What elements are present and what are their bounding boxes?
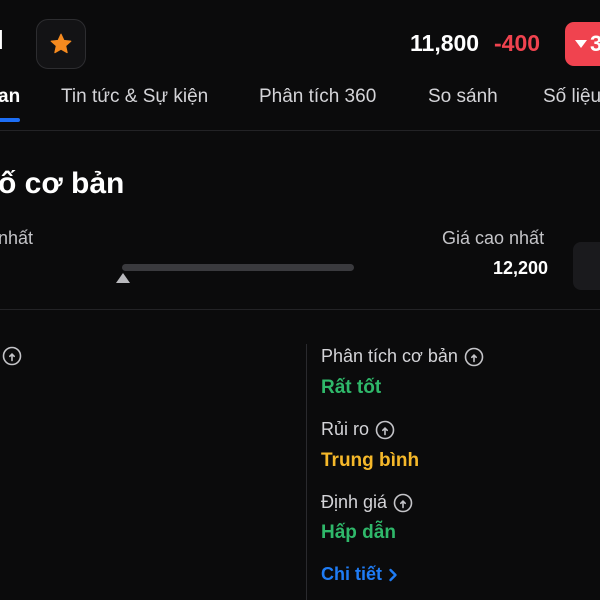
caret-down-icon bbox=[575, 40, 587, 48]
price-range-track bbox=[122, 264, 354, 271]
info-icon[interactable] bbox=[393, 493, 413, 513]
price-change: -400 bbox=[494, 30, 541, 56]
metric-label-text: Rủi ro bbox=[321, 419, 370, 439]
metric-risk-label: Rủi ro bbox=[321, 419, 395, 440]
high-price-label: Giá cao nhất bbox=[442, 228, 545, 248]
metric-label-text: Phân tích cơ bản bbox=[321, 346, 458, 366]
price-range-marker bbox=[116, 273, 130, 283]
current-price: 11,800 bbox=[410, 30, 480, 56]
tabs-divider bbox=[0, 130, 600, 131]
stock-ticker: I bbox=[0, 24, 4, 56]
tab-financials[interactable]: Số liệu bbox=[543, 86, 600, 108]
chevron-right-icon bbox=[389, 568, 397, 581]
info-icon[interactable] bbox=[464, 347, 484, 367]
tab-analysis-360[interactable]: Phân tích 360 bbox=[259, 86, 376, 108]
active-tab-indicator bbox=[0, 118, 20, 122]
star-icon bbox=[50, 33, 72, 54]
change-percent: 3 bbox=[590, 31, 600, 56]
metric-risk-value: Trung bình bbox=[321, 450, 420, 471]
high-price-value: 12,200 bbox=[493, 258, 549, 278]
change-percent-badge: 3 bbox=[565, 22, 600, 66]
side-panel-edge bbox=[573, 242, 600, 290]
favorite-button[interactable] bbox=[36, 19, 86, 69]
details-link-label: Chi tiết bbox=[321, 564, 382, 584]
section-divider bbox=[0, 309, 600, 310]
metric-fundamental-value: Rất tốt bbox=[321, 377, 382, 398]
details-link[interactable]: Chi tiết bbox=[321, 564, 398, 585]
column-divider bbox=[306, 344, 307, 600]
metric-label-text: Định giá bbox=[321, 492, 388, 512]
section-title: ố cơ bản bbox=[0, 167, 125, 200]
metric-fundamental-label: Phân tích cơ bản bbox=[321, 346, 484, 367]
tab-overview[interactable]: an bbox=[0, 86, 20, 108]
tab-news-events[interactable]: Tin tức & Sự kiện bbox=[61, 86, 208, 108]
low-price-label: nhất bbox=[0, 228, 34, 248]
tab-compare[interactable]: So sánh bbox=[428, 86, 498, 108]
metric-valuation-label: Định giá bbox=[321, 492, 413, 513]
info-icon[interactable] bbox=[375, 420, 395, 440]
info-icon[interactable] bbox=[2, 346, 22, 366]
metric-valuation-value: Hấp dẫn bbox=[321, 522, 396, 543]
